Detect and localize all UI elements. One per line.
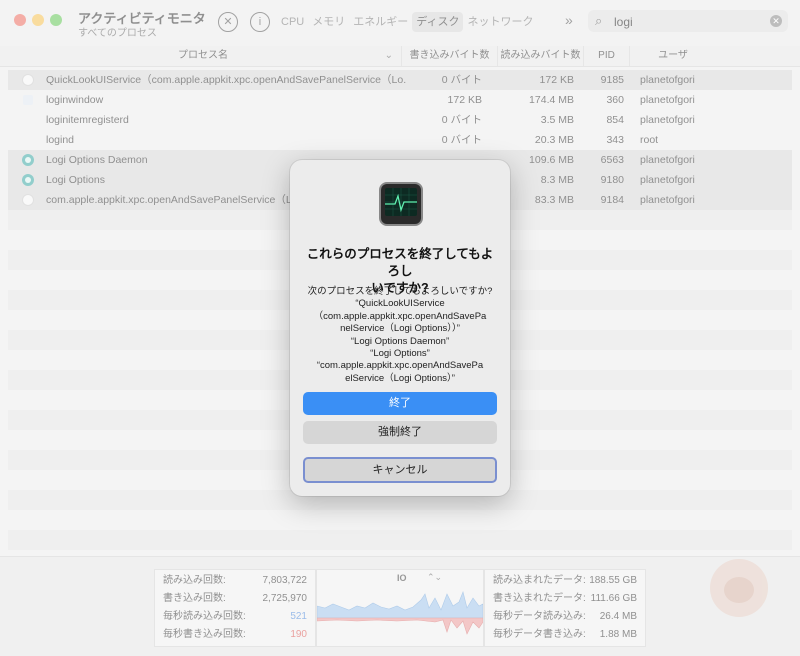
- dialog-message-line: 次のプロセスを終了してもよろしいですか?: [307, 286, 493, 297]
- force-quit-button[interactable]: 強制終了: [303, 421, 497, 444]
- heartbeat-graph-icon: [385, 188, 417, 216]
- dialog-message-line: “Logi Options Daemon”: [350, 335, 450, 347]
- dialog-message-line: nelService（Logi Options））”: [340, 323, 460, 335]
- dialog-message-line: “QuickLookUIService: [355, 298, 445, 310]
- activity-monitor-screen: [385, 188, 417, 216]
- quit-process-dialog: これらのプロセスを終了してもよろし いですか? 次のプロセスを終了してもよろしい…: [290, 160, 510, 496]
- activity-monitor-window: アクティビティモニタ すべてのプロセス ✕ i CPU メモリ エネルギー ディ…: [0, 0, 800, 656]
- cancel-button[interactable]: キャンセル: [303, 457, 497, 483]
- dialog-message-line: “com.apple.appkit.xpc.openAndSavePa: [316, 360, 484, 372]
- dialog-message-line: “Logi Options”: [370, 348, 430, 360]
- activity-monitor-app-icon: [379, 182, 423, 226]
- dialog-message: 次のプロセスを終了してもよろしいですか? “QuickLookUIService…: [300, 286, 500, 385]
- dialog-message-line: （com.apple.appkit.xpc.openAndSavePa: [313, 310, 487, 322]
- dialog-message-line: elService（Logi Options）”: [345, 372, 455, 384]
- dialog-title-line: これらのプロセスを終了してもよろし: [306, 247, 494, 278]
- quit-button[interactable]: 終了: [303, 392, 497, 415]
